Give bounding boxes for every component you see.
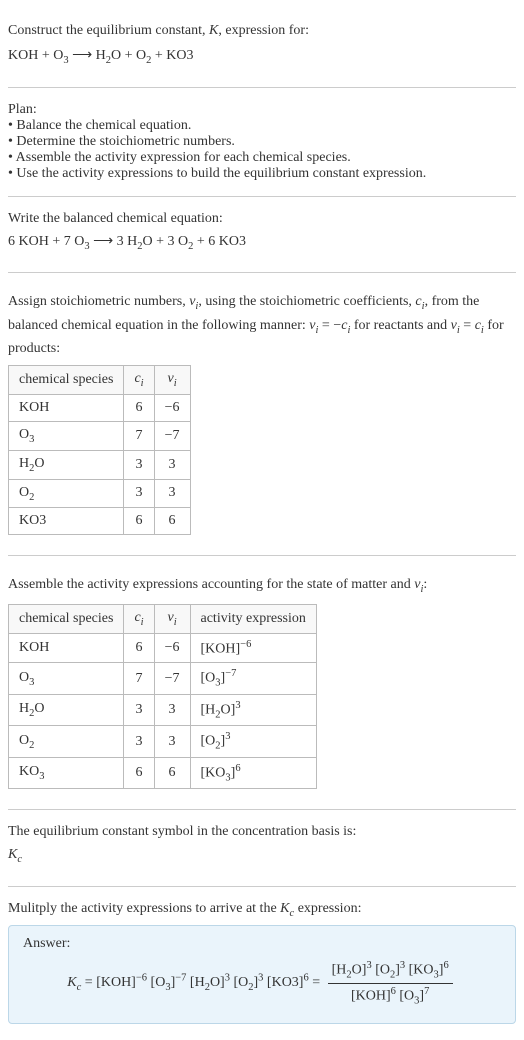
col-species: chemical species xyxy=(9,366,124,395)
cell-ci: 3 xyxy=(124,450,154,479)
cell-species: H2O xyxy=(9,450,124,479)
divider xyxy=(8,196,516,197)
cell-species: KO3 xyxy=(9,508,124,535)
cell-activity: [KO3]6 xyxy=(190,757,316,788)
cell-vi: 6 xyxy=(154,508,190,535)
divider xyxy=(8,555,516,556)
table-row: O2 3 3 [O2]3 xyxy=(9,726,317,757)
cell-activity: [KOH]−6 xyxy=(190,633,316,663)
table-header-row: chemical species ci νi xyxy=(9,366,191,395)
col-ci: ci xyxy=(124,366,154,395)
divider xyxy=(8,809,516,810)
cell-ci: 3 xyxy=(124,726,154,757)
col-vi: νi xyxy=(154,604,190,633)
cell-activity: [H2O]3 xyxy=(190,694,316,725)
cell-species: O3 xyxy=(9,663,124,694)
cell-vi: 3 xyxy=(154,694,190,725)
table-row: KOH 6 −6 xyxy=(9,394,191,421)
table-row: O3 7 −7 [O3]−7 xyxy=(9,663,317,694)
cell-ci: 3 xyxy=(124,694,154,725)
cell-species: KOH xyxy=(9,633,124,663)
cell-species: KOH xyxy=(9,394,124,421)
balanced-title: Write the balanced chemical equation: xyxy=(8,211,516,227)
symbol-section: The equilibrium constant symbol in the c… xyxy=(8,816,516,880)
plan-item: • Balance the chemical equation. xyxy=(8,118,516,134)
table-row: KO3 6 6 [KO3]6 xyxy=(9,757,317,788)
table-row: O3 7 −7 xyxy=(9,421,191,450)
cell-ci: 7 xyxy=(124,663,154,694)
symbol-line2: Kc xyxy=(8,844,516,868)
plan-item: • Determine the stoichiometric numbers. xyxy=(8,134,516,150)
table-row: KO3 6 6 xyxy=(9,508,191,535)
cell-vi: −6 xyxy=(154,394,190,421)
cell-ci: 6 xyxy=(124,633,154,663)
cell-ci: 6 xyxy=(124,394,154,421)
table-row: O2 3 3 xyxy=(9,479,191,508)
cell-species: O2 xyxy=(9,479,124,508)
cell-ci: 3 xyxy=(124,479,154,508)
answer-lhs: Kc = [KOH]−6 [O3]−7 [H2O]3 [O2]3 [KO3]6 … xyxy=(67,975,323,990)
cell-ci: 6 xyxy=(124,508,154,535)
cell-activity: [O2]3 xyxy=(190,726,316,757)
divider xyxy=(8,272,516,273)
cell-activity: [O3]−7 xyxy=(190,663,316,694)
answer-expression: Kc = [KOH]−6 [O3]−7 [H2O]3 [O2]3 [KO3]6 … xyxy=(23,958,501,1009)
col-activity: activity expression xyxy=(190,604,316,633)
cell-vi: −7 xyxy=(154,421,190,450)
cell-ci: 7 xyxy=(124,421,154,450)
cell-species: KO3 xyxy=(9,757,124,788)
cell-vi: −7 xyxy=(154,663,190,694)
plan-section: Plan: • Balance the chemical equation. •… xyxy=(8,94,516,190)
balanced-section: Write the balanced chemical equation: 6 … xyxy=(8,203,516,267)
divider xyxy=(8,886,516,887)
header-equation: KOH + O3 ⟶ H2O + O2 + KO3 xyxy=(8,45,516,69)
fraction-numerator: [H2O]3 [O2]3 [KO3]6 xyxy=(328,958,453,984)
plan-item: • Assemble the activity expression for e… xyxy=(8,150,516,166)
multiply-line: Mulitply the activity expressions to arr… xyxy=(8,901,516,919)
multiply-section: Mulitply the activity expressions to arr… xyxy=(8,893,516,1032)
cell-species: H2O xyxy=(9,694,124,725)
table-header-row: chemical species ci νi activity expressi… xyxy=(9,604,317,633)
cell-vi: 6 xyxy=(154,757,190,788)
table-row: H2O 3 3 xyxy=(9,450,191,479)
plan-item: • Use the activity expressions to build … xyxy=(8,166,516,182)
cell-vi: 3 xyxy=(154,450,190,479)
col-vi: νi xyxy=(154,366,190,395)
symbol-line1: The equilibrium constant symbol in the c… xyxy=(8,824,516,840)
cell-species: O2 xyxy=(9,726,124,757)
answer-fraction: [H2O]3 [O2]3 [KO3]6 [KOH]6 [O3]7 xyxy=(328,958,453,1009)
table-row: KOH 6 −6 [KOH]−6 xyxy=(9,633,317,663)
table-row: H2O 3 3 [H2O]3 xyxy=(9,694,317,725)
stoich-table: chemical species ci νi KOH 6 −6 O3 7 −7 … xyxy=(8,365,191,535)
cell-species: O3 xyxy=(9,421,124,450)
cell-vi: 3 xyxy=(154,726,190,757)
header-section: Construct the equilibrium constant, K, e… xyxy=(8,8,516,81)
stoich-intro: Assign stoichiometric numbers, νi, using… xyxy=(8,291,516,359)
col-ci: ci xyxy=(124,604,154,633)
cell-vi: 3 xyxy=(154,479,190,508)
col-species: chemical species xyxy=(9,604,124,633)
stoich-section: Assign stoichiometric numbers, νi, using… xyxy=(8,279,516,549)
answer-label: Answer: xyxy=(23,936,501,952)
activity-table: chemical species ci νi activity expressi… xyxy=(8,604,317,789)
divider xyxy=(8,87,516,88)
header-line1: Construct the equilibrium constant, K, e… xyxy=(8,20,516,41)
activity-intro: Assemble the activity expressions accoun… xyxy=(8,574,516,598)
fraction-denominator: [KOH]6 [O3]7 xyxy=(328,984,453,1009)
cell-ci: 6 xyxy=(124,757,154,788)
plan-title: Plan: xyxy=(8,102,516,118)
activity-section: Assemble the activity expressions accoun… xyxy=(8,562,516,803)
answer-box: Answer: Kc = [KOH]−6 [O3]−7 [H2O]3 [O2]3… xyxy=(8,925,516,1024)
cell-vi: −6 xyxy=(154,633,190,663)
balanced-equation: 6 KOH + 7 O3 ⟶ 3 H2O + 3 O2 + 6 KO3 xyxy=(8,231,516,255)
